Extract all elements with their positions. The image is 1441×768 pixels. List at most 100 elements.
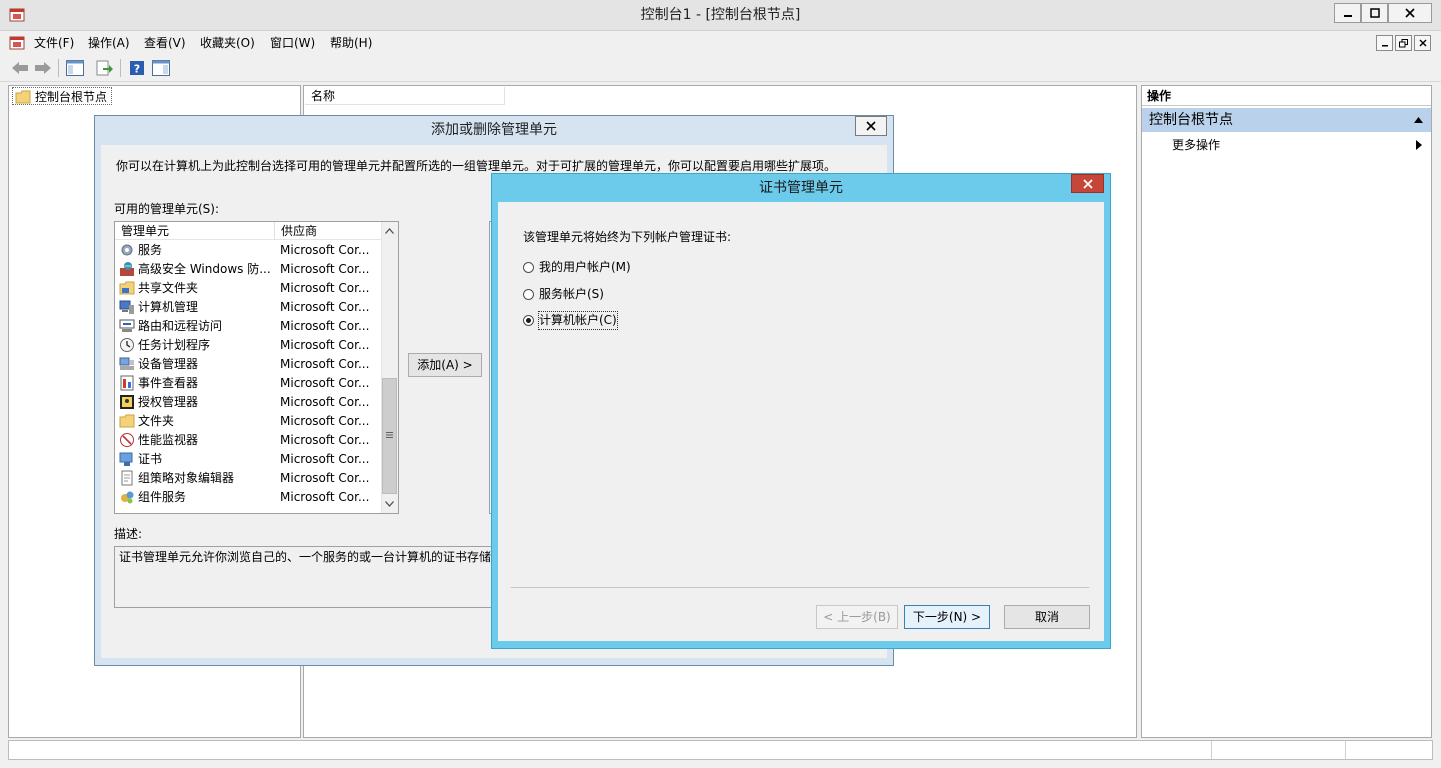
action-more-label: 更多操作 [1172,138,1221,152]
export-list-button[interactable] [95,58,115,78]
snapin-row[interactable]: 任务计划程序 Microsoft Cor... [115,336,381,355]
close-icon [1405,8,1415,18]
menu-action[interactable]: 操作(A) [88,32,130,54]
action-more-actions[interactable]: 更多操作 [1172,136,1220,154]
action-pane [1141,85,1432,738]
account-prompt: 该管理单元将始终为下列帐户管理证书: [523,230,732,244]
cancel-button[interactable]: 取消 [1004,605,1090,629]
snapin-vendor: Microsoft Cor... [280,243,370,257]
scroll-down-button[interactable] [381,495,398,512]
radio-circle-selected [523,315,534,326]
back-button-disabled[interactable]: < 上一步(B) [816,605,898,629]
snapin-row[interactable]: 设备管理器 Microsoft Cor... [115,355,381,374]
maximize-icon [1369,8,1380,18]
dialog-intro-text: 你可以在计算机上为此控制台选择可用的管理单元并配置所选的一组管理单元。对于可扩展… [116,159,837,173]
dialog-close-button[interactable] [855,116,887,136]
toolbar-separator [58,59,59,77]
action-section-console-root[interactable]: 控制台根节点 [1142,108,1431,132]
column-header-snapin[interactable]: 管理单元 [115,222,275,240]
component-services-icon [121,491,134,504]
help-button[interactable]: ? [127,58,147,78]
snapin-row[interactable]: 证书 Microsoft Cor... [115,450,381,469]
snapin-row[interactable]: 路由和远程访问 Microsoft Cor... [115,317,381,336]
collapse-up-icon [1414,117,1423,123]
shared-folder-icon [119,281,135,295]
authorization-icon [120,395,134,409]
snapin-vendor: Microsoft Cor... [280,490,370,504]
menu-view[interactable]: 查看(V) [144,32,186,54]
device-manager-icon [119,357,134,370]
radio-circle [523,262,534,273]
minimize-button[interactable] [1334,3,1361,23]
description-label: 描述: [114,527,143,541]
column-header-vendor[interactable]: 供应商 [275,222,381,240]
chevron-down-icon [385,500,394,507]
dialog-close-button[interactable] [1071,174,1104,193]
snapin-row[interactable]: 共享文件夹 Microsoft Cor... [115,279,381,298]
snapin-name: 证书 [138,452,163,466]
snapin-vendor: Microsoft Cor... [280,433,370,447]
snapin-row[interactable]: 组策略对象编辑器 Microsoft Cor... [115,469,381,488]
computer-management-icon [119,300,134,314]
snapin-name: 设备管理器 [138,357,199,371]
snapin-vendor: Microsoft Cor... [280,414,370,428]
snapin-row[interactable]: 服务 Microsoft Cor... [115,241,381,260]
snapin-vendor: Microsoft Cor... [280,357,370,371]
menu-window[interactable]: 窗口(W) [270,32,315,54]
radio-circle [523,289,534,300]
snapin-row[interactable]: 计算机管理 Microsoft Cor... [115,298,381,317]
child-close-button[interactable] [1414,35,1431,51]
description-text: 证书管理单元允许你浏览自己的、一个服务的或一台计算机的证书存储 [119,550,491,564]
snapin-row[interactable]: 授权管理器 Microsoft Cor... [115,393,381,412]
close-window-button[interactable] [1388,3,1432,23]
snapin-row[interactable]: 组件服务 Microsoft Cor... [115,488,381,507]
snapin-vendor: Microsoft Cor... [280,338,370,352]
minimize-icon [1343,15,1352,17]
close-icon [1419,39,1426,47]
help-icon: ? [130,61,144,76]
maximize-button[interactable] [1361,3,1388,23]
snapin-name: 事件查看器 [138,376,199,390]
scroll-up-button[interactable] [381,222,398,239]
scroll-grip-icon [382,431,397,441]
arrow-right-icon [35,62,51,74]
next-button[interactable]: 下一步(N) > [904,605,990,629]
snapin-vendor: Microsoft Cor... [280,319,370,333]
snapin-row[interactable]: 文件夹 Microsoft Cor... [115,412,381,431]
minimize-icon [1381,45,1388,47]
menu-file[interactable]: 文件(F) [34,32,74,54]
snapin-row[interactable]: 高级安全 Windows 防... Microsoft Cor... [115,260,381,279]
snapin-vendor: Microsoft Cor... [280,376,370,390]
console-tree-icon [66,60,84,76]
tree-node-console-root[interactable]: 控制台根节点 [12,87,113,105]
snapin-row[interactable]: 事件查看器 Microsoft Cor... [115,374,381,393]
child-minimize-button[interactable] [1376,35,1393,51]
firewall-icon [120,262,134,276]
snapin-vendor: Microsoft Cor... [280,281,370,295]
status-bar [8,740,1433,760]
console-document-icon[interactable] [9,35,25,51]
add-snapin-button[interactable]: 添加(A) > [408,353,482,377]
submenu-arrow-icon [1416,140,1422,150]
restore-icon [1399,38,1408,47]
radio-label: 计算机帐户(C) [538,311,618,330]
child-restore-button[interactable] [1395,35,1412,51]
close-icon [866,121,876,131]
dialog-title: 证书管理单元 [759,180,843,196]
column-header-name[interactable]: 名称 [305,87,505,105]
forward-button[interactable] [33,58,53,78]
menu-help[interactable]: 帮助(H) [330,32,372,54]
snapin-row[interactable]: 性能监视器 Microsoft Cor... [115,431,381,450]
performance-monitor-icon [120,433,134,447]
back-button[interactable] [10,58,30,78]
arrow-left-icon [12,62,28,74]
snapin-name: 计算机管理 [138,300,199,314]
snapin-name: 授权管理器 [138,395,199,409]
close-icon [1082,178,1093,189]
routing-icon [119,319,135,332]
action-section-label: 控制台根节点 [1149,112,1233,128]
snapin-name: 路由和远程访问 [138,319,223,333]
show-hide-tree-button[interactable] [65,58,85,78]
menu-favorites[interactable]: 收藏夹(O) [200,32,255,54]
show-action-pane-button[interactable] [151,58,171,78]
